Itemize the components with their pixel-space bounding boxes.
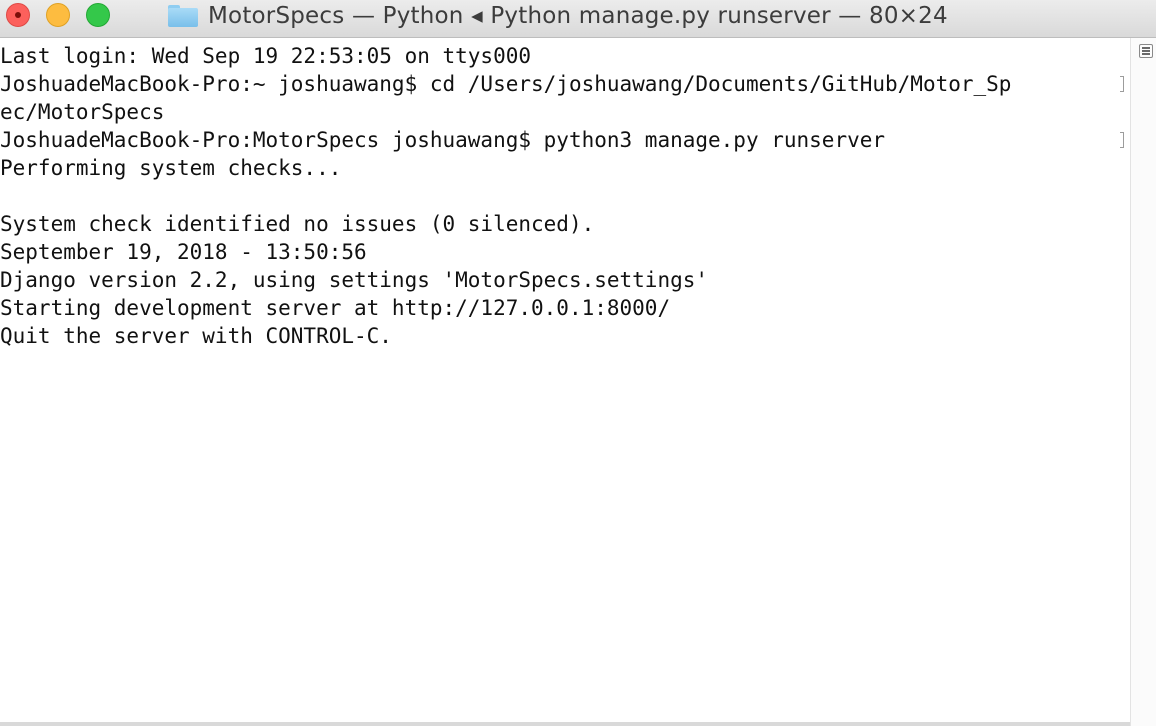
terminal-line: Performing system checks...: [0, 156, 342, 180]
terminal-line: ec/MotorSpecs: [0, 100, 165, 124]
terminal-cursor-line: [0, 350, 1128, 378]
line-wrap-marker: [1120, 76, 1124, 92]
terminal-line: JoshuadeMacBook-Pro:~ joshuawang$ cd /Us…: [0, 72, 1012, 96]
terminal-line: Starting development server at http://12…: [0, 296, 671, 320]
terminal-line: Django version 2.2, using settings 'Moto…: [0, 268, 709, 292]
folder-icon: [168, 5, 198, 27]
close-window-button[interactable]: [6, 3, 30, 27]
window-title: MotorSpecs — Python ◂ Python manage.py r…: [208, 3, 948, 29]
terminal-line: Quit the server with CONTROL-C.: [0, 324, 392, 348]
terminal-output[interactable]: Last login: Wed Sep 19 22:53:05 on ttys0…: [0, 42, 1128, 726]
window-title-group: MotorSpecs — Python ◂ Python manage.py r…: [168, 0, 948, 32]
title-bar[interactable]: MotorSpecs — Python ◂ Python manage.py r…: [0, 0, 1156, 38]
window-bottom-edge: [0, 722, 1130, 726]
scrollbar-track[interactable]: [1130, 38, 1156, 726]
terminal-line: September 19, 2018 - 13:50:56: [0, 240, 367, 264]
terminal-window: MotorSpecs — Python ◂ Python manage.py r…: [0, 0, 1156, 726]
list-menu-icon[interactable]: [1139, 44, 1153, 58]
minimize-window-button[interactable]: [46, 3, 70, 27]
terminal-line: Last login: Wed Sep 19 22:53:05 on ttys0…: [0, 44, 532, 68]
zoom-window-button[interactable]: [86, 3, 110, 27]
line-wrap-marker: [1120, 132, 1124, 148]
terminal-line: System check identified no issues (0 sil…: [0, 212, 595, 236]
terminal-line: JoshuadeMacBook-Pro:MotorSpecs joshuawan…: [0, 128, 886, 152]
